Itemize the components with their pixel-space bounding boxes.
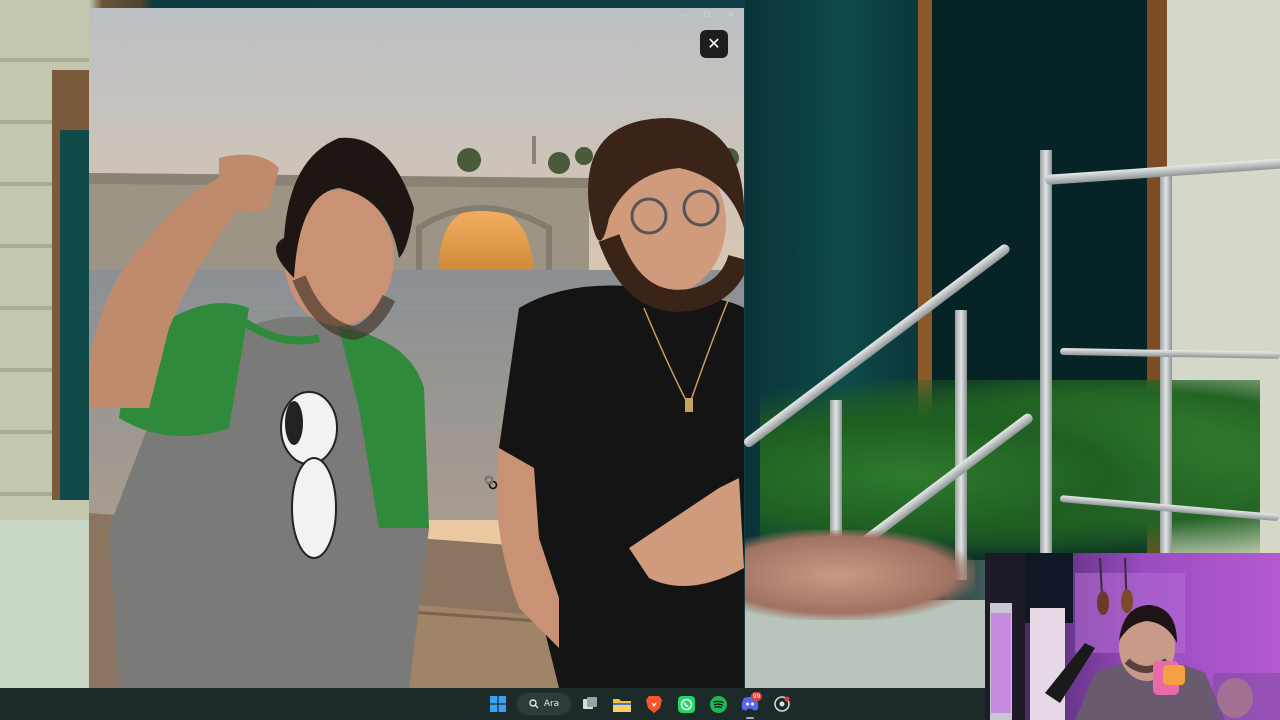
window-controls: — ☐ ✕ <box>89 8 744 22</box>
railing-post <box>1040 150 1052 560</box>
webcam-feed <box>985 553 1280 720</box>
maximize-icon[interactable]: ☐ <box>702 11 712 19</box>
taskbar-app[interactable] <box>769 691 795 717</box>
taskbar-whatsapp[interactable] <box>673 691 699 717</box>
window-close-icon[interactable]: ✕ <box>726 11 736 19</box>
cursor-icon <box>484 475 498 490</box>
close-icon: ✕ <box>707 34 721 53</box>
taskbar-discord[interactable]: 99 <box>737 691 763 719</box>
webcam-overlay <box>985 553 1280 720</box>
taskbar-task-view[interactable] <box>577 691 603 717</box>
taskbar-spotify[interactable] <box>705 691 731 717</box>
door-left <box>60 130 90 500</box>
folder-icon <box>613 698 632 712</box>
app-icon <box>774 696 790 712</box>
taskbar-brave[interactable] <box>641 691 667 717</box>
floor-left <box>0 520 90 688</box>
search-label: Ara <box>543 699 560 709</box>
photo <box>89 8 744 688</box>
close-button[interactable]: ✕ <box>700 30 728 58</box>
start-button[interactable] <box>485 691 511 717</box>
spotify-icon <box>709 695 727 713</box>
windows-logo-icon <box>489 696 506 712</box>
taskbar-file-explorer[interactable] <box>609 691 635 717</box>
door-frame <box>918 0 932 420</box>
blurred-hand <box>745 530 975 620</box>
railing-post <box>1160 170 1172 560</box>
search-button[interactable]: Ara <box>516 693 572 715</box>
brave-lion-icon <box>646 696 663 713</box>
discord-badge: 99 <box>751 692 763 701</box>
minimize-icon[interactable]: — <box>678 11 688 19</box>
whatsapp-icon <box>677 695 695 713</box>
task-view-icon <box>583 697 598 709</box>
search-icon <box>529 699 539 709</box>
image-viewer: — ☐ ✕ ✕ <box>89 8 744 688</box>
